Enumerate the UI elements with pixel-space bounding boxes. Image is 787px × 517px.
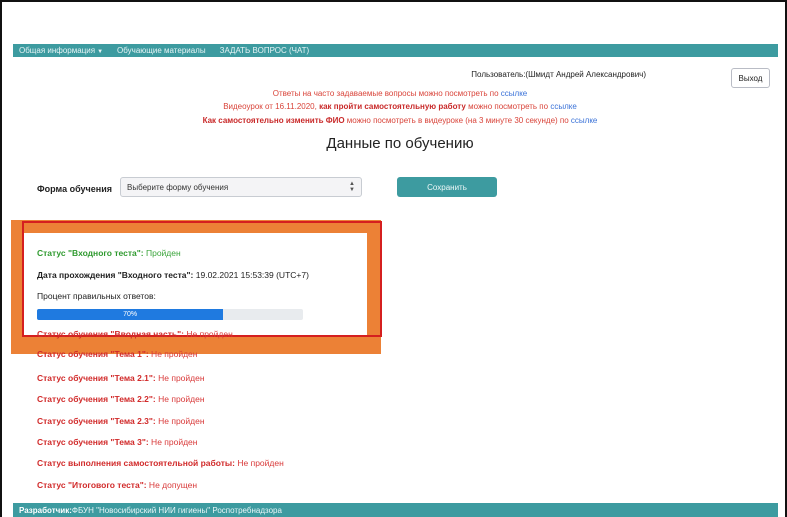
logout-button[interactable]: Выход (731, 68, 770, 88)
status-topic-1: Статус обучения "Тема 1": Не пройден (37, 349, 197, 359)
footer-value: ФБУН "Новосибирский НИИ гигиены" Роспотр… (71, 505, 282, 515)
percent-progress-bar: 70% (37, 309, 303, 320)
status-label: Статус обучения "Тема 3": (37, 437, 149, 447)
status-topic-3: Статус обучения "Тема 3": Не пройден (37, 437, 197, 447)
footer: Разработчик: ФБУН "Новосибирский НИИ гиг… (13, 503, 778, 517)
status-value: Не допущен (146, 480, 198, 490)
notice-faq: Ответы на часто задаваемые вопросы можно… (100, 89, 700, 98)
status-value: Не пройден (148, 349, 198, 359)
nav-general-info[interactable]: Общая информация ▼ (19, 46, 103, 55)
footer-label: Разработчик: (19, 505, 72, 515)
status-value: Не пройден (155, 394, 205, 404)
notice-name-link[interactable]: ссылке (571, 116, 597, 125)
status-final-test: Статус "Итогового теста": Не допущен (37, 480, 197, 490)
status-label: Статус обучения "Вводная часть": (37, 329, 184, 339)
status-label: Статус обучения "Тема 1": (37, 349, 149, 359)
status-label: Статус выполнения самостоятельной работы… (37, 458, 236, 468)
notice-video-mid: можно посмотреть по (465, 102, 551, 111)
nav-learning-materials[interactable]: Обучающие материалы (117, 46, 206, 55)
notice-video-prefix: Видеоурок от 16.11.2020, (223, 102, 320, 111)
status-value: Не пройден (148, 437, 198, 447)
status-self-work: Статус выполнения самостоятельной работы… (37, 458, 284, 468)
nav-ask-question-chat[interactable]: ЗАДАТЬ ВОПРОС (ЧАТ) (220, 46, 310, 55)
top-navbar: Общая информация ▼ Обучающие материалы ЗА… (13, 44, 778, 57)
notice-video-link[interactable]: ссылке (550, 102, 576, 111)
status-topic-2-3: Статус обучения "Тема 2.3": Не пройден (37, 416, 205, 426)
status-value: Не пройден (184, 329, 233, 339)
user-info: Пользователь:(Шмидт Андрей Александрович… (471, 70, 646, 79)
select-value: Выберите форму обучения (127, 182, 229, 192)
percent-progress-fill: 70% (37, 309, 224, 320)
status-label: Статус обучения "Тема 2.2": (37, 394, 156, 404)
notice-name-bold: Как самостоятельно изменить ФИО (202, 116, 345, 125)
status-topic-2-1: Статус обучения "Тема 2.1": Не пройден (37, 373, 205, 383)
status-value: Не пройден (235, 458, 284, 468)
page-title: Данные по обучению (326, 135, 474, 152)
status-topic-2-2: Статус обучения "Тема 2.2": Не пройден (37, 394, 205, 404)
percent-label: Процент правильных ответов: (37, 291, 156, 301)
status-intro-part: Статус обучения "Вводная часть": Не прой… (37, 329, 233, 339)
status-label: Статус "Итогового теста": (37, 480, 147, 490)
chevron-down-icon: ▼ (97, 49, 104, 55)
status-value: Не пройден (155, 416, 205, 426)
entry-test-status: Статус "Входного теста": Пройден (37, 248, 181, 258)
status-label: Статус обучения "Тема 2.3": (37, 416, 156, 426)
notice-faq-link[interactable]: ссылке (501, 89, 527, 98)
entry-test-date-value: 19.02.2021 15:53:39 (UTC+7) (193, 270, 309, 280)
nav-general-info-label: Общая информация (19, 46, 96, 55)
entry-test-date-label: Дата прохождения "Входного теста": (37, 270, 194, 280)
save-button[interactable]: Сохранить (397, 177, 497, 197)
notice-faq-text: Ответы на часто задаваемые вопросы можно… (272, 89, 501, 98)
form-label: Форма обучения (37, 184, 112, 194)
entry-test-date: Дата прохождения "Входного теста": 19.02… (37, 270, 309, 280)
notice-video-lesson: Видеоурок от 16.11.2020, как пройти само… (100, 102, 700, 111)
status-label: Статус обучения "Тема 2.1": (37, 373, 156, 383)
status-value: Не пройден (155, 373, 205, 383)
training-form-select[interactable]: Выберите форму обучения ▲ ▼ (120, 177, 362, 197)
notice-video-bold: как пройти самостоятельную работу (319, 102, 466, 111)
notice-name-mid: можно посмотреть в видеуроке (на 3 минут… (344, 116, 571, 125)
entry-test-label: Статус "Входного теста": (37, 248, 144, 258)
notice-change-name: Как самостоятельно изменить ФИО можно по… (100, 116, 700, 125)
select-arrows-icon: ▲ ▼ (349, 181, 355, 193)
entry-test-value: Пройден (143, 248, 181, 258)
